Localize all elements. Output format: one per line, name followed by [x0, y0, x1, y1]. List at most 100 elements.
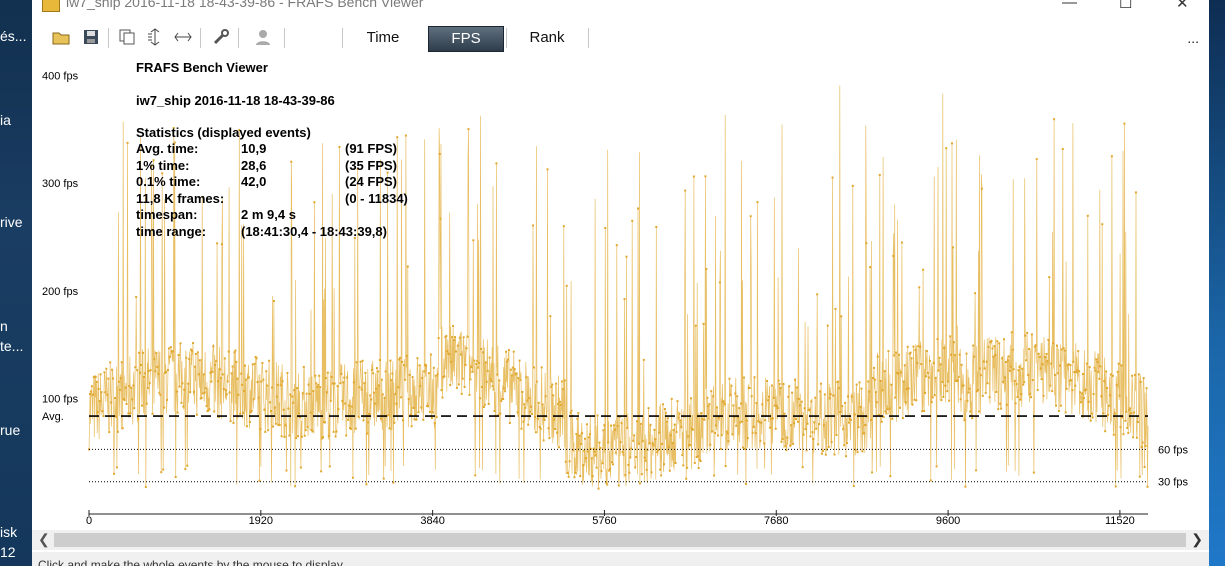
minimize-button[interactable]: — — [1062, 0, 1077, 11]
desktop-icon-label[interactable]: te... — [0, 338, 23, 354]
fps-point — [530, 405, 533, 408]
fps-point — [410, 425, 413, 428]
fps-point — [1019, 398, 1022, 401]
desktop-icon-label[interactable]: rive — [0, 214, 23, 230]
user-icon[interactable] — [254, 28, 272, 46]
desktop-icon-label[interactable]: 12 — [0, 544, 16, 560]
desktop-icon-label[interactable]: n — [0, 318, 8, 334]
fps-point — [1060, 348, 1063, 351]
fps-point — [564, 460, 567, 463]
stats-extra: (24 FPS) — [345, 174, 398, 189]
maximize-button[interactable]: ☐ — [1119, 0, 1132, 12]
fps-point — [710, 390, 713, 393]
fps-point — [934, 376, 937, 379]
fps-point — [985, 360, 988, 363]
fps-point — [706, 396, 709, 399]
fps-point — [824, 453, 827, 456]
fps-plot[interactable]: Avg. 60 fps 30 fps 100 fps 200 fps 300 fps 400… — [32, 52, 1209, 530]
fps-point — [771, 417, 774, 420]
fps-point — [421, 377, 424, 380]
fps-point — [924, 375, 927, 378]
scroll-right-icon[interactable]: ❯ — [1191, 531, 1203, 548]
fps-point — [522, 420, 525, 423]
fps-chart[interactable]: Avg. 60 fps 30 fps 100 fps 200 fps 300 fps 400… — [32, 52, 1209, 530]
fps-point — [490, 380, 493, 383]
tab-rank[interactable]: Rank — [510, 26, 584, 50]
fps-point — [168, 355, 171, 358]
fps-point — [1004, 361, 1007, 364]
fps-point — [809, 435, 812, 438]
tab-fps[interactable]: FPS — [428, 26, 504, 52]
scroll-left-icon[interactable]: ❮ — [38, 531, 50, 548]
fps-point — [887, 350, 890, 353]
tab-time[interactable]: Time — [348, 26, 418, 50]
fps-point — [880, 420, 883, 423]
fps-point — [495, 162, 498, 165]
copy-icon[interactable] — [118, 28, 136, 46]
open-folder-icon[interactable] — [52, 28, 70, 46]
fps-point — [350, 405, 353, 408]
fps-point — [1146, 485, 1149, 488]
fps-point — [198, 359, 201, 362]
fps-point — [900, 241, 903, 244]
fps-point — [219, 377, 222, 380]
desktop-icon-label[interactable]: ia — [0, 112, 11, 128]
fps-point — [1055, 344, 1058, 347]
fps-point — [1072, 360, 1075, 363]
fps-point — [500, 400, 503, 403]
fps-point — [678, 412, 681, 415]
fps-point — [119, 377, 122, 380]
fps-point — [537, 401, 540, 404]
fps-point — [484, 361, 487, 364]
fps-point — [193, 365, 196, 368]
fps-point — [118, 388, 121, 391]
fps-point — [668, 469, 671, 472]
fps-point — [374, 402, 377, 405]
fps-point — [1050, 362, 1053, 365]
fps-point — [469, 378, 472, 381]
fps-point — [286, 371, 289, 374]
fps-point — [454, 336, 457, 339]
desktop-icon-label[interactable]: rue — [0, 422, 20, 438]
fps-point — [664, 411, 667, 414]
fps-point — [1142, 377, 1145, 380]
fps-point — [158, 391, 161, 394]
fps-point — [292, 401, 295, 404]
fps-point — [520, 427, 523, 430]
fps-point — [334, 435, 337, 438]
fps-point — [451, 336, 454, 339]
fps-point — [868, 390, 871, 393]
fps-point — [275, 395, 278, 398]
horizontal-scrollbar[interactable]: ❮ ❯ — [32, 530, 1209, 550]
fps-point — [613, 428, 616, 431]
scrollbar-thumb[interactable] — [54, 533, 1186, 547]
fps-point — [181, 382, 184, 385]
fps-point — [1118, 394, 1121, 397]
fps-point — [202, 373, 205, 376]
fps-point — [401, 419, 404, 422]
fit-height-icon[interactable] — [146, 28, 164, 46]
fps-point — [962, 384, 965, 387]
fps-point — [842, 428, 845, 431]
toolbar-separator — [284, 28, 285, 48]
fps-point — [108, 431, 111, 434]
fps-point — [1065, 387, 1068, 390]
save-icon[interactable] — [82, 28, 100, 46]
fps-point — [226, 380, 229, 383]
fps-point — [358, 386, 361, 389]
fps-point — [167, 347, 170, 350]
fit-width-icon[interactable] — [174, 28, 192, 46]
fps-point — [947, 380, 950, 383]
fps-point — [138, 351, 141, 354]
fps-point — [610, 461, 613, 464]
desktop-icon-label[interactable]: és... — [0, 28, 26, 44]
settings-wrench-icon[interactable] — [212, 28, 230, 46]
more-options-button[interactable]: ... — [1187, 30, 1199, 46]
fps-point — [287, 407, 290, 410]
fps-point — [967, 391, 970, 394]
fps-point — [883, 370, 886, 373]
fps-point — [388, 427, 391, 430]
fps-point — [328, 465, 331, 468]
close-button[interactable]: ✕ — [1176, 0, 1189, 12]
desktop-icon-label[interactable]: isk — [0, 524, 17, 540]
